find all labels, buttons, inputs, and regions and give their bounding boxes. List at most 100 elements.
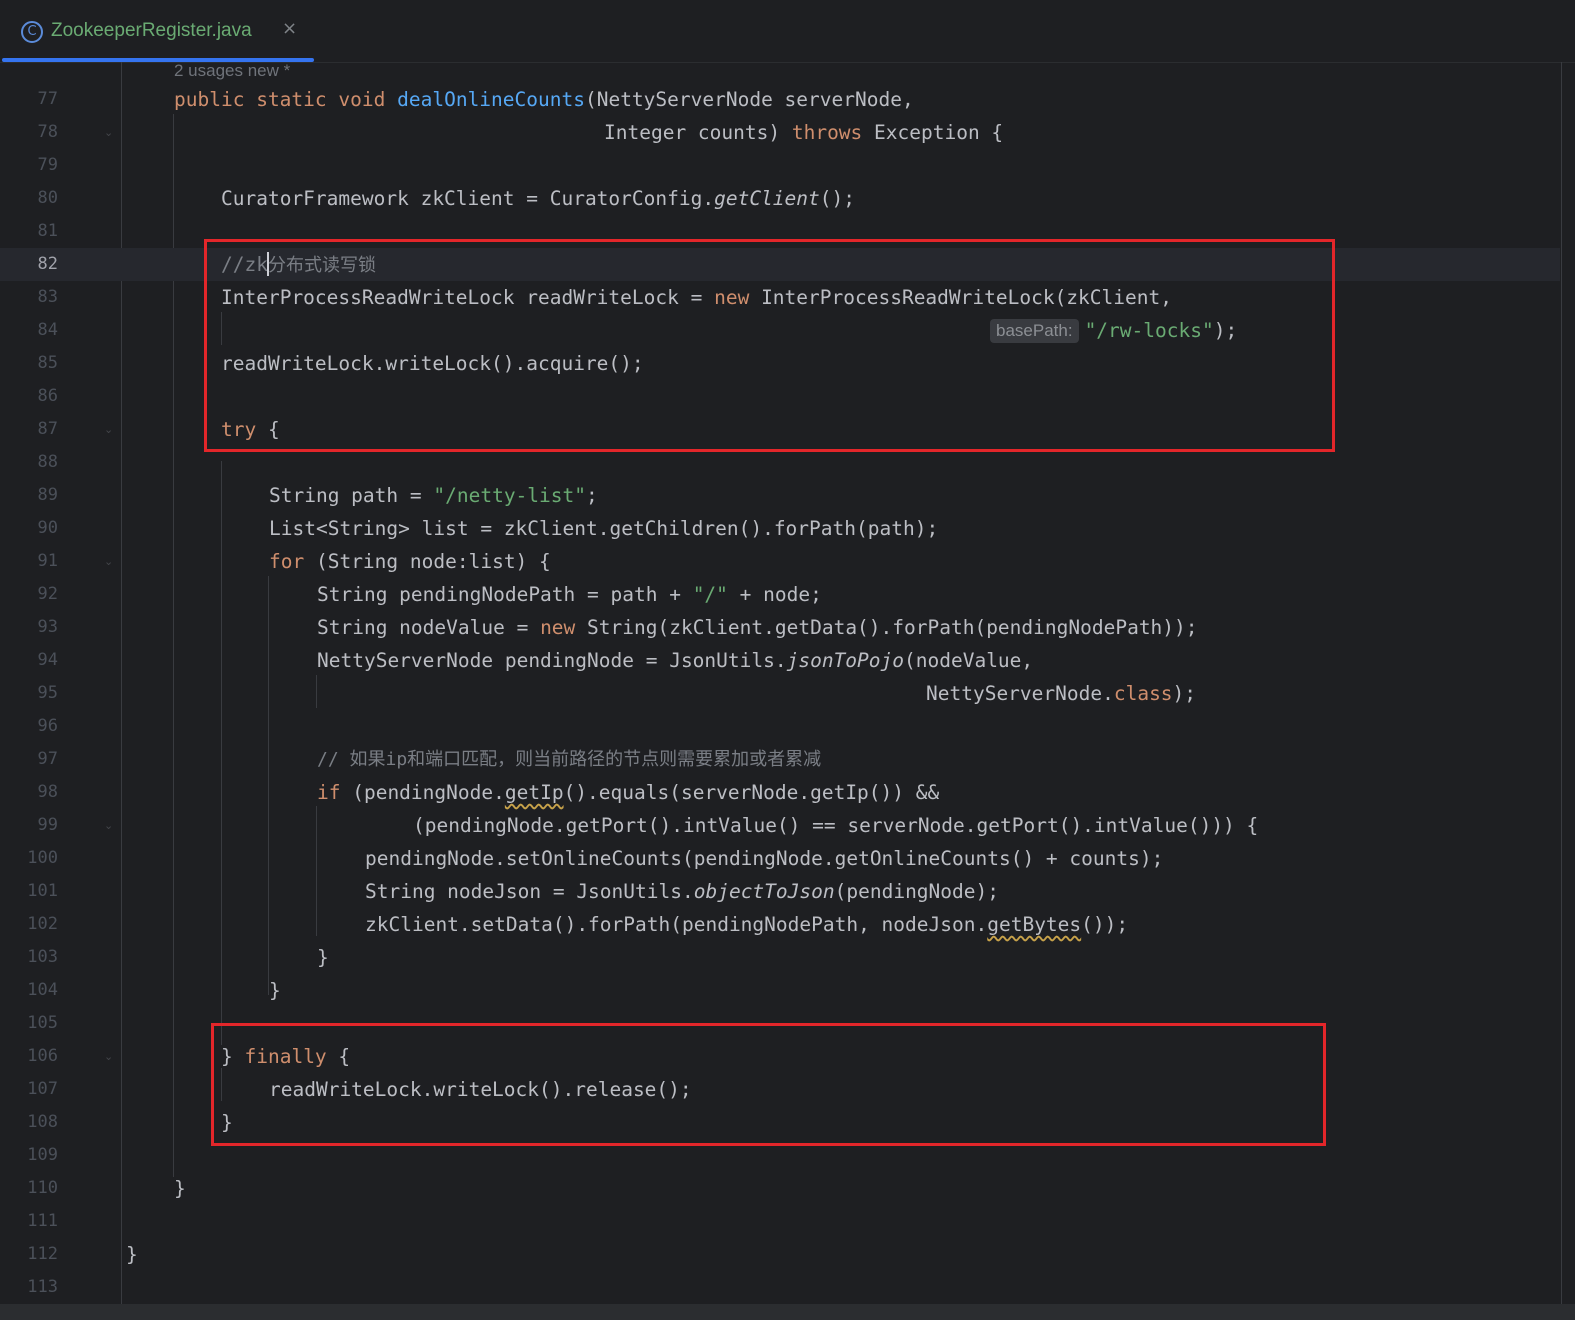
fold-arrow-icon[interactable]: ⌄ — [104, 820, 114, 831]
comment[interactable]: // 如果ip和端口匹配，则当前路径的节点则需要累加或者累减 — [317, 743, 821, 776]
line-number[interactable]: 94 — [0, 644, 58, 677]
line-number[interactable]: 106 — [0, 1040, 58, 1073]
code-text[interactable]: pendingNode.setOnlineCounts(pendingNode.… — [365, 842, 1163, 875]
code-line[interactable]: 110 } — [0, 1172, 1560, 1205]
code-line[interactable]: 104 } — [0, 974, 1560, 1007]
tab-title[interactable]: ZookeeperRegister.java — [51, 20, 252, 42]
code-text[interactable]: } — [126, 1238, 138, 1271]
code-line[interactable]: 98 if (pendingNode.getIp().equals(server… — [0, 776, 1560, 809]
static-method-call: objectToJson — [693, 880, 835, 903]
line-number[interactable]: 105 — [0, 1007, 58, 1040]
code-editor[interactable]: 2 usages new * 77 public static void dea… — [0, 62, 1575, 1312]
line-number[interactable]: 98 — [0, 776, 58, 809]
fold-arrow-icon[interactable]: ⌄ — [104, 127, 114, 138]
line-number[interactable]: 95 — [0, 677, 58, 710]
code-line[interactable]: 91 ⌄ for (String node:list) { — [0, 545, 1560, 578]
line-number[interactable]: 77 — [0, 83, 58, 116]
fold-arrow-icon[interactable]: ⌄ — [104, 1051, 114, 1062]
code-line[interactable]: 95 NettyServerNode.class); — [0, 677, 1560, 710]
line-number[interactable]: 102 — [0, 908, 58, 941]
line-number[interactable]: 89 — [0, 479, 58, 512]
code-line[interactable]: 79 — [0, 149, 1560, 182]
line-number[interactable]: 93 — [0, 611, 58, 644]
code-line[interactable]: 92 String pendingNodePath = path + "/" +… — [0, 578, 1560, 611]
line-number[interactable]: 86 — [0, 380, 58, 413]
line-number[interactable]: 81 — [0, 215, 58, 248]
usages-inlay-hint[interactable]: 2 usages new * — [174, 62, 290, 80]
tab-zookeeper-register[interactable]: C ZookeeperRegister.java × — [0, 0, 314, 62]
line-number[interactable]: 92 — [0, 578, 58, 611]
code-line[interactable]: 97 // 如果ip和端口匹配，则当前路径的节点则需要累加或者累减 — [0, 743, 1560, 776]
code-text[interactable]: String nodeValue = new String(zkClient.g… — [317, 611, 1198, 644]
line-number[interactable]: 109 — [0, 1139, 58, 1172]
close-icon[interactable]: × — [282, 18, 297, 39]
line-number[interactable]: 107 — [0, 1073, 58, 1106]
code-text[interactable]: String path = "/netty-list"; — [269, 479, 598, 512]
line-number[interactable]: 111 — [0, 1205, 58, 1238]
horizontal-scrollbar-track[interactable] — [0, 1304, 1575, 1320]
code-line[interactable]: 77 public static void dealOnlineCounts(N… — [0, 83, 1560, 116]
code-text[interactable]: } — [269, 974, 281, 1007]
warning-underline[interactable]: getBytes — [987, 913, 1081, 936]
code-text[interactable]: NettyServerNode pendingNode = JsonUtils.… — [317, 644, 1033, 677]
code-token: CuratorFramework zkClient = CuratorConfi… — [221, 187, 715, 210]
code-line[interactable]: 94 NettyServerNode pendingNode = JsonUti… — [0, 644, 1560, 677]
line-number[interactable]: 112 — [0, 1238, 58, 1271]
code-text[interactable]: if (pendingNode.getIp().equals(serverNod… — [317, 776, 939, 809]
code-line[interactable]: 101 String nodeJson = JsonUtils.objectTo… — [0, 875, 1560, 908]
line-number[interactable]: 91 — [0, 545, 58, 578]
code-line[interactable]: 113 — [0, 1271, 1560, 1304]
code-line[interactable]: 100 pendingNode.setOnlineCounts(pendingN… — [0, 842, 1560, 875]
code-text[interactable]: } — [174, 1172, 186, 1205]
code-text[interactable]: } — [317, 941, 329, 974]
line-number[interactable]: 79 — [0, 149, 58, 182]
line-number[interactable]: 103 — [0, 941, 58, 974]
code-text[interactable]: String pendingNodePath = path + "/" + no… — [317, 578, 822, 611]
fold-arrow-icon[interactable]: ⌄ — [104, 556, 114, 567]
line-number[interactable]: 100 — [0, 842, 58, 875]
line-number[interactable]: 85 — [0, 347, 58, 380]
code-line[interactable]: 112 } — [0, 1238, 1560, 1271]
line-number[interactable]: 78 — [0, 116, 58, 149]
code-text[interactable]: (pendingNode.getPort().intValue() == ser… — [413, 809, 1258, 842]
code-line[interactable]: 89 String path = "/netty-list"; — [0, 479, 1560, 512]
code-line[interactable]: 99 ⌄ (pendingNode.getPort().intValue() =… — [0, 809, 1560, 842]
code-line[interactable]: 80 CuratorFramework zkClient = CuratorCo… — [0, 182, 1560, 215]
code-line[interactable]: 96 — [0, 710, 1560, 743]
line-number[interactable]: 90 — [0, 512, 58, 545]
code-line[interactable]: 78 ⌄ Integer counts) throws Exception { — [0, 116, 1560, 149]
code-text[interactable]: CuratorFramework zkClient = CuratorConfi… — [221, 182, 855, 215]
line-number[interactable]: 96 — [0, 710, 58, 743]
code-text[interactable]: for (String node:list) { — [269, 545, 551, 578]
line-number[interactable]: 110 — [0, 1172, 58, 1205]
code-line[interactable]: 93 String nodeValue = new String(zkClien… — [0, 611, 1560, 644]
line-number[interactable]: 113 — [0, 1271, 58, 1304]
line-number[interactable]: 84 — [0, 314, 58, 347]
static-method-call: getClient — [714, 187, 820, 210]
code-text[interactable]: List<String> list = zkClient.getChildren… — [269, 512, 938, 545]
warning-underline[interactable]: getIp — [505, 781, 564, 804]
ide-editor-window: C ZookeeperRegister.java × 2 usages new … — [0, 0, 1575, 1320]
code-text[interactable]: String nodeJson = JsonUtils.objectToJson… — [365, 875, 999, 908]
line-number[interactable]: 82 — [0, 248, 58, 281]
code-token: (pendingNode); — [834, 880, 999, 903]
line-number[interactable]: 83 — [0, 281, 58, 314]
code-line[interactable]: 90 List<String> list = zkClient.getChild… — [0, 512, 1560, 545]
code-line[interactable]: 102 zkClient.setData().forPath(pendingNo… — [0, 908, 1560, 941]
vertical-scrollbar-track[interactable] — [1561, 62, 1562, 1312]
line-number[interactable]: 104 — [0, 974, 58, 1007]
code-text[interactable]: public static void dealOnlineCounts(Nett… — [174, 83, 914, 116]
line-number[interactable]: 87 — [0, 413, 58, 446]
line-number[interactable]: 101 — [0, 875, 58, 908]
code-text[interactable]: Integer counts) throws Exception { — [604, 116, 1003, 149]
line-number[interactable]: 97 — [0, 743, 58, 776]
line-number[interactable]: 108 — [0, 1106, 58, 1139]
code-text[interactable]: zkClient.setData().forPath(pendingNodePa… — [365, 908, 1128, 941]
line-number[interactable]: 80 — [0, 182, 58, 215]
code-line[interactable]: 103 } — [0, 941, 1560, 974]
code-text[interactable]: NettyServerNode.class); — [926, 677, 1196, 710]
line-number[interactable]: 99 — [0, 809, 58, 842]
code-line[interactable]: 111 — [0, 1205, 1560, 1238]
line-number[interactable]: 88 — [0, 446, 58, 479]
fold-arrow-icon[interactable]: ⌄ — [104, 424, 114, 435]
